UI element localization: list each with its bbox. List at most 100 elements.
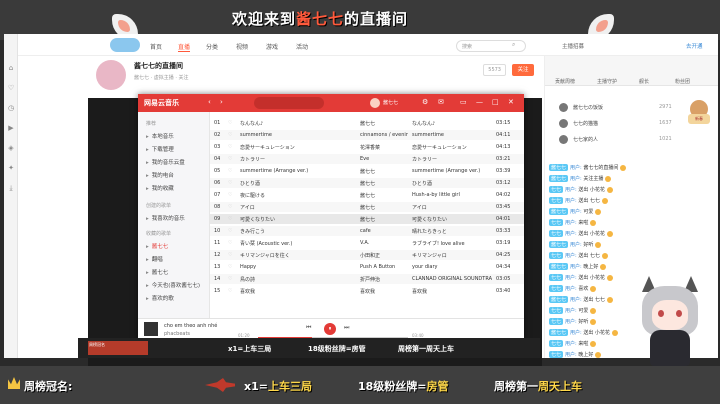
chat-user[interactable]: 用户 — [570, 209, 580, 215]
chat-message[interactable]: 酱七七 用户: 酱七七的直播间 — [549, 164, 627, 171]
chat-user[interactable]: 用户 — [570, 242, 580, 248]
chat-user[interactable]: 用户 — [565, 220, 575, 226]
like-icon[interactable]: ♡ — [228, 132, 232, 138]
nav-activity[interactable]: 活动 — [296, 42, 308, 51]
chat-user[interactable]: 用户 — [570, 176, 580, 182]
nav-category[interactable]: 分类 — [206, 42, 218, 51]
mini-mode-icon[interactable]: ▭ — [460, 98, 467, 106]
rank-row[interactable]: 七七家的人 1021 — [549, 134, 679, 146]
game-icon[interactable]: ◈ — [6, 144, 16, 154]
download-icon[interactable]: ⤓ — [6, 184, 16, 194]
prev-icon[interactable]: ⏮ — [306, 324, 311, 332]
like-icon[interactable]: ♡ — [228, 180, 232, 186]
pause-button[interactable]: ⏸ — [324, 323, 336, 335]
chat-message[interactable]: 七七 用户: 送出 小花花 — [549, 230, 613, 237]
chat-user[interactable]: 用户 — [570, 165, 580, 171]
home-icon[interactable]: ⌂ — [6, 64, 16, 74]
sidebar-item-radio[interactable]: 我的电台 — [146, 171, 174, 179]
chat-message[interactable]: 酱七七 用户: 晚上好 — [549, 263, 607, 270]
tab-captain[interactable]: 舰长 — [639, 78, 649, 85]
sidebar-item-cloud[interactable]: 我的音乐云盘 — [146, 158, 185, 166]
search-input[interactable]: 搜索 — [456, 40, 526, 52]
chat-user[interactable]: 用户 — [565, 187, 575, 193]
follow-icon[interactable]: ♡ — [6, 84, 16, 94]
tab-weekly[interactable]: 贡献周榜 — [555, 78, 575, 85]
chat-message[interactable]: 酱七七 用户: 送出 小花花 — [549, 329, 618, 336]
like-icon[interactable]: ♡ — [228, 204, 232, 210]
like-icon[interactable]: ♡ — [228, 192, 232, 198]
chat-user[interactable]: 用户 — [565, 198, 575, 204]
song-row[interactable]: ♡ 07 夜に駆ける 酱七七 Hush-a-by little girl 04:02 — [210, 190, 524, 200]
chat-user[interactable]: 用户 — [565, 253, 575, 259]
chat-message[interactable]: 七七 用户: 好听 — [549, 318, 597, 325]
like-icon[interactable]: ♡ — [228, 264, 232, 270]
music-search-input[interactable] — [254, 97, 324, 109]
sidebar-item-download[interactable]: 下载管理 — [146, 145, 174, 153]
next-icon[interactable]: ⏭ — [344, 324, 349, 332]
forward-icon[interactable]: › — [220, 98, 223, 106]
song-row[interactable]: ♡ 04 カトラリー Eve カトラリー 03:21 — [210, 154, 524, 164]
nav-game[interactable]: 游戏 — [266, 42, 278, 51]
close-icon[interactable]: ✕ — [508, 98, 514, 106]
site-logo[interactable] — [110, 38, 140, 52]
chat-message[interactable]: 七七 用户: 可爱 — [549, 307, 597, 314]
sidebar-item-playlist[interactable]: 翻唱 — [146, 255, 163, 263]
chat-user[interactable]: 用户 — [565, 319, 575, 325]
album-cover[interactable] — [144, 322, 158, 336]
chat-message[interactable]: 酱七七 用户: 可爱 — [549, 208, 602, 215]
recruit-link[interactable]: 主播招募 — [562, 42, 584, 50]
song-row[interactable]: ♡ 11 青い栞 (Acoustic ver.) V.A. ラブライブ! love al… — [210, 238, 524, 248]
maximize-icon[interactable]: □ — [492, 98, 499, 106]
chat-message[interactable]: 七七 用户: 晚上好 — [549, 351, 602, 358]
chat-message[interactable]: 七七 用户: 喜欢 — [549, 285, 597, 292]
back-icon[interactable]: ‹ — [208, 98, 211, 106]
chat-message[interactable]: 七七 用户: 送出 小花花 — [549, 186, 613, 193]
sidebar-item-playlist[interactable]: 喜欢的歌 — [146, 294, 174, 302]
video-icon[interactable]: ▶ — [6, 124, 16, 134]
sidebar-item-collect[interactable]: 我的收藏 — [146, 184, 174, 192]
nav-video[interactable]: 视频 — [236, 42, 248, 51]
like-icon[interactable]: ♡ — [228, 144, 232, 150]
song-row[interactable]: ♡ 01 なんなん♪ 酱七七 なんなん♪ 03:15 — [210, 118, 524, 128]
sidebar-item-playlist[interactable]: 酱七七 — [146, 242, 169, 250]
chat-user[interactable]: 用户 — [565, 341, 575, 347]
like-icon[interactable]: ♡ — [228, 276, 232, 282]
chat-user[interactable]: 用户 — [565, 275, 575, 281]
history-icon[interactable]: ◷ — [6, 104, 16, 114]
follow-button[interactable]: 关注 — [512, 64, 534, 76]
chat-message[interactable]: 七七 用户: 来啦 — [549, 340, 597, 347]
song-row[interactable]: ♡ 05 summertime (Arrange ver.) 酱七七 summertim… — [210, 166, 524, 176]
like-icon[interactable]: ♡ — [228, 156, 232, 162]
tab-fans[interactable]: 粉丝团 — [675, 78, 690, 85]
song-row[interactable]: ♡ 14 鳥の詩 折戸伸治 CLANNAD ORIGINAL SOUNDTRACK 03:… — [210, 274, 524, 284]
user-avatar[interactable] — [370, 98, 380, 108]
like-icon[interactable]: ♡ — [228, 228, 232, 234]
chat-user[interactable]: 用户 — [565, 352, 575, 358]
chat-user[interactable]: 用户 — [570, 330, 580, 336]
chat-message[interactable]: 七七 用户: 来啦 — [549, 219, 597, 226]
song-row[interactable]: ♡ 10 きみ行こう cafe 晴れたらきっと 03:33 — [210, 226, 524, 236]
sidebar-item-liked[interactable]: 我喜欢的音乐 — [146, 214, 185, 222]
chat-message[interactable]: 酱七七 用户: 送出 七七 — [549, 296, 613, 303]
like-icon[interactable]: ♡ — [228, 252, 232, 258]
rank-row[interactable]: 酱七七の饭饭 2971 — [549, 102, 679, 114]
rank-row[interactable]: 七七的猫猫 1637 — [549, 118, 679, 130]
search-icon[interactable]: ⌕ — [512, 41, 515, 49]
chat-message[interactable]: 七七 用户: 送出 七七 — [549, 252, 608, 259]
open-link[interactable]: 去开通 — [686, 42, 703, 50]
chat-message[interactable]: 酱七七 用户: 好听 — [549, 241, 602, 248]
song-row[interactable]: ♡ 15 喜欢我 喜欢我 喜欢我 03:40 — [210, 286, 524, 296]
settings-icon[interactable]: ⚙ — [422, 98, 428, 106]
nav-home[interactable]: 首页 — [150, 42, 162, 51]
song-row[interactable]: ♡ 03 恋愛サーキュレーション 花澤香菜 恋愛サーキュレーション 04:13 — [210, 142, 524, 152]
song-row[interactable]: ♡ 12 キリマンジャロを往く 小田和正 キリマンジャロ 04:25 — [210, 250, 524, 260]
chat-message[interactable]: 酱七七 用户: 关注主播 — [549, 175, 612, 182]
song-row[interactable]: ♡ 02 summertime cinnamons / evening summerti… — [210, 130, 524, 140]
chat-user[interactable]: 用户 — [570, 264, 580, 270]
nav-live[interactable]: 直播 — [178, 42, 191, 52]
sidebar-item-local[interactable]: 本地音乐 — [146, 132, 174, 140]
like-icon[interactable]: ♡ — [228, 288, 232, 294]
user-name[interactable]: 酱七七 — [383, 99, 398, 106]
streamer-avatar[interactable] — [96, 60, 126, 90]
like-icon[interactable]: ♡ — [228, 168, 232, 174]
